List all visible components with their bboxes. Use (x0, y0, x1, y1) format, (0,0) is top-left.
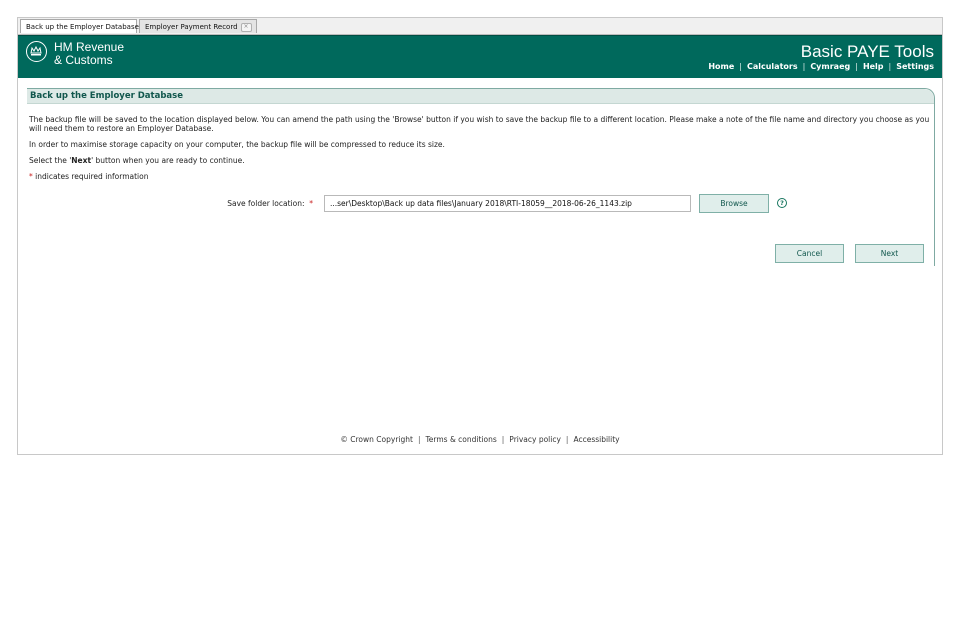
required-marker: * (309, 199, 313, 208)
save-label-text: Save folder location: (227, 199, 305, 208)
tab-label: Back up the Employer Database (26, 23, 139, 31)
next-instruction: Select the 'Next' button when you are re… (29, 156, 934, 165)
footer-terms-link[interactable]: Terms & conditions (425, 435, 496, 444)
save-folder-input[interactable]: ...ser\Desktop\Back up data files\Januar… (324, 195, 691, 212)
hmrc-brand: HM Revenue & Customs (54, 41, 124, 67)
footer: © Crown Copyright | Terms & conditions | Pri… (340, 435, 620, 444)
top-nav: Home | Calculators | Cymraeg | Help | Settings (708, 62, 934, 71)
tab-bar: Back up the Employer Database Employer P… (18, 18, 942, 35)
footer-accessibility-link[interactable]: Accessibility (573, 435, 619, 444)
nav-calculators[interactable]: Calculators (747, 62, 798, 71)
nav-help[interactable]: Help (863, 62, 884, 71)
tab-employer-payment-record[interactable]: Employer Payment Record × (139, 19, 257, 33)
browse-button[interactable]: Browse (699, 194, 769, 213)
instruction-text: ' button when you are ready to continue. (91, 156, 245, 165)
instruction-text: Select the ' (29, 156, 72, 165)
nav-cymraeg[interactable]: Cymraeg (810, 62, 850, 71)
help-icon[interactable]: ? (777, 198, 787, 208)
panel-title: Back up the Employer Database (27, 89, 934, 104)
crown-logo-icon (26, 41, 47, 62)
app-title: Basic PAYE Tools (800, 42, 934, 61)
tab-label: Employer Payment Record (145, 23, 238, 31)
nav-home[interactable]: Home (708, 62, 734, 71)
next-button[interactable]: Next (855, 244, 924, 263)
compression-note: In order to maximise storage capacity on… (29, 140, 445, 149)
footer-privacy-link[interactable]: Privacy policy (509, 435, 561, 444)
app-header: HM Revenue & Customs Basic PAYE Tools Ho… (18, 35, 942, 78)
intro-paragraph: The backup file will be saved to the loc… (29, 115, 930, 133)
tab-backup-database[interactable]: Back up the Employer Database (20, 19, 139, 33)
required-text: indicates required information (32, 172, 149, 181)
application-window: Back up the Employer Database Employer P… (17, 17, 943, 455)
instruction-bold: Next (71, 156, 92, 165)
close-icon[interactable]: × (240, 22, 252, 32)
footer-copyright: © Crown Copyright (340, 435, 413, 444)
save-folder-label: Save folder location: * (28, 199, 313, 208)
brand-line-2: & Customs (54, 53, 113, 67)
required-note: * indicates required information (29, 172, 934, 181)
nav-settings[interactable]: Settings (896, 62, 934, 71)
cancel-button[interactable]: Cancel (775, 244, 844, 263)
